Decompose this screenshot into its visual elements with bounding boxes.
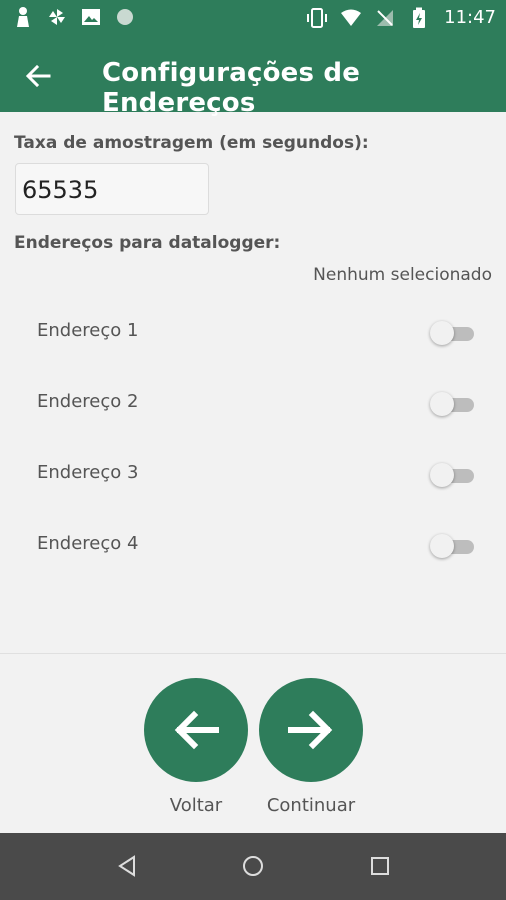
nav-home-button[interactable]	[240, 853, 266, 879]
address-row-1: Endereço 1	[0, 312, 506, 352]
address-4-toggle[interactable]	[430, 534, 476, 558]
square-recents-icon	[371, 857, 389, 875]
nav-back-button[interactable]	[114, 853, 140, 879]
status-bar: 11:47	[0, 0, 506, 36]
arrow-right-icon	[288, 710, 333, 750]
address-label: Endereço 2	[37, 391, 139, 412]
addresses-label: Endereços para datalogger:	[14, 233, 281, 253]
back-button[interactable]	[16, 54, 60, 98]
arrow-left-icon	[174, 710, 219, 750]
address-row-4: Endereço 4	[0, 525, 506, 565]
status-left-icons	[12, 6, 136, 28]
arrow-left-icon	[25, 65, 51, 87]
address-1-toggle[interactable]	[430, 321, 476, 345]
selection-status: Nenhum selecionado	[313, 265, 492, 285]
address-label: Endereço 1	[37, 320, 139, 341]
vibrate-icon	[306, 7, 328, 29]
status-time: 11:47	[444, 7, 496, 28]
circle-icon	[114, 6, 136, 28]
system-nav-bar	[0, 833, 506, 900]
continue-label: Continuar	[266, 795, 356, 816]
sampling-rate-input[interactable]: 65535	[15, 163, 209, 215]
back-fab-button[interactable]	[144, 678, 248, 782]
wifi-icon	[340, 7, 362, 29]
keyhole-icon	[12, 6, 34, 28]
back-label: Voltar	[169, 795, 223, 816]
continue-fab-button[interactable]	[259, 678, 363, 782]
divider	[0, 653, 506, 654]
address-label: Endereço 3	[37, 462, 139, 483]
address-2-toggle[interactable]	[430, 392, 476, 416]
sampling-rate-label: Taxa de amostragem (em segundos):	[14, 133, 369, 153]
settings-form: Taxa de amostragem (em segundos): 65535 …	[0, 112, 506, 652]
address-3-toggle[interactable]	[430, 463, 476, 487]
nav-recents-button[interactable]	[367, 853, 393, 879]
triangle-back-icon	[118, 855, 135, 877]
address-row-3: Endereço 3	[0, 454, 506, 494]
page-title: Configurações de Endereços	[102, 58, 361, 118]
no-signal-icon	[374, 7, 396, 29]
circle-home-icon	[243, 856, 263, 876]
image-icon	[80, 6, 102, 28]
app-bar: Configurações de Endereços	[0, 36, 506, 118]
pinwheel-icon	[46, 6, 68, 28]
address-label: Endereço 4	[37, 533, 139, 554]
status-right-icons: 11:47	[306, 6, 496, 30]
address-row-2: Endereço 2	[0, 383, 506, 423]
battery-charging-icon	[408, 7, 430, 29]
